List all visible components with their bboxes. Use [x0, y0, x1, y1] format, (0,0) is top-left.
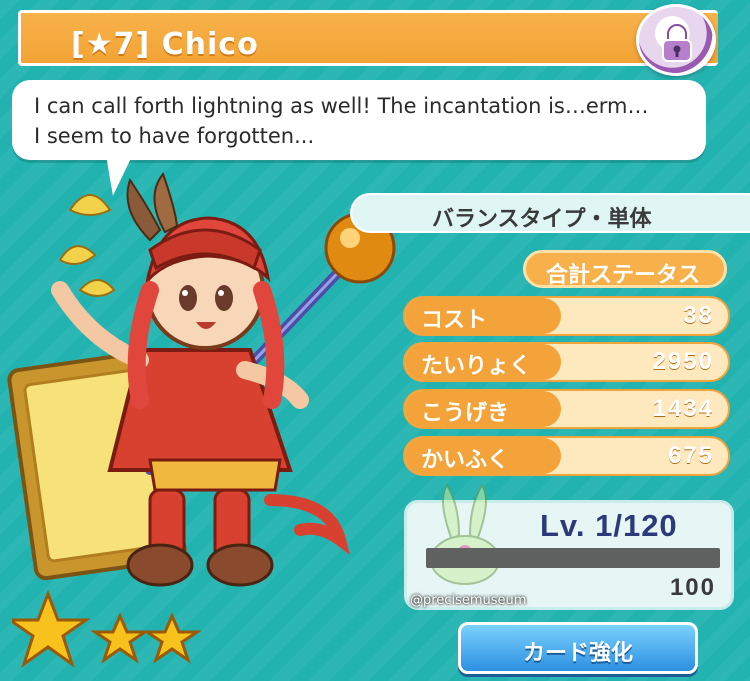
- stat-label: たいりょく: [421, 354, 532, 379]
- level-text: Lv. 1/120: [540, 508, 678, 543]
- stat-label: こうげき: [421, 401, 510, 426]
- stat-value: 1434: [652, 395, 714, 422]
- total-status-pill: 合計ステータス: [523, 250, 727, 288]
- rarity-stars: [12, 590, 202, 668]
- card-enhance-label: カード強化: [522, 641, 633, 666]
- character-illustration: [7, 171, 396, 587]
- card-enhance-button[interactable]: カード強化: [458, 622, 698, 674]
- stat-row-cost: コスト 38: [403, 296, 730, 336]
- card-title: [★7] Chico: [71, 27, 259, 62]
- carbuncle-bunny-icon: [430, 483, 500, 585]
- speech-bubble: I can call forth lightning as well! The …: [12, 80, 706, 160]
- stat-row-attack: こうげき 1434: [403, 389, 730, 429]
- speech-line-1: I can call forth lightning as well! The …: [34, 94, 649, 118]
- star-icon: [12, 590, 91, 668]
- stat-value: 675: [667, 442, 714, 469]
- speech-line-2: I seem to have forgotten...: [34, 124, 315, 148]
- stat-row-recovery: かいふく 675: [403, 436, 730, 476]
- type-text: バランスタイプ・単体: [432, 207, 652, 232]
- watermark: @precisemuseum: [410, 593, 527, 608]
- exp-to-next-value: 100: [669, 574, 716, 601]
- total-status-label: 合計ステータス: [546, 263, 701, 288]
- stat-value: 2950: [652, 348, 714, 375]
- stat-value: 38: [683, 302, 714, 329]
- lock-button[interactable]: [636, 4, 716, 76]
- stat-label: コスト: [421, 308, 488, 333]
- type-label: バランスタイプ・単体: [350, 193, 750, 233]
- title-bar: [★7] Chico: [18, 10, 718, 66]
- star-icon: [142, 612, 202, 664]
- lock-icon: [662, 23, 692, 62]
- stat-row-hp: たいりょく 2950: [403, 342, 730, 382]
- star-icon: [90, 612, 150, 664]
- exp-bar: [426, 548, 720, 568]
- stat-label: かいふく: [421, 448, 510, 473]
